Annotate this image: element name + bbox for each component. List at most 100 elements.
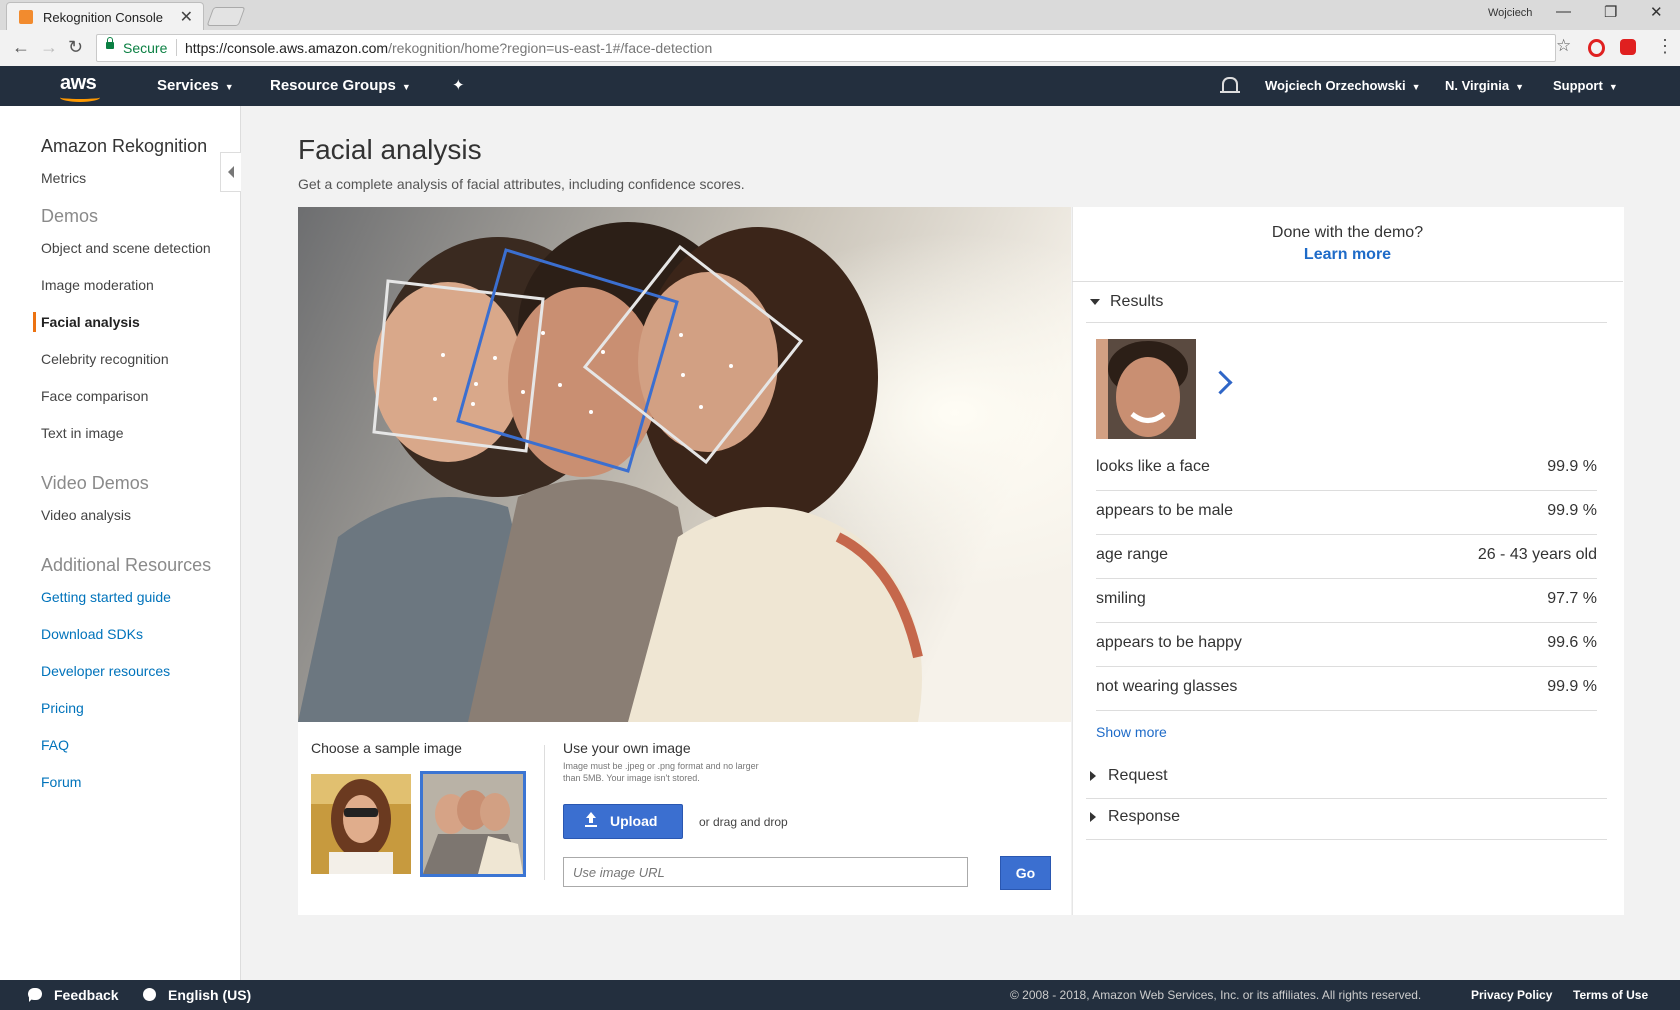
response-label: Response bbox=[1108, 808, 1181, 825]
close-window-icon[interactable]: ✕ bbox=[1650, 3, 1663, 21]
resource-groups-menu[interactable]: Resource Groups ▼ bbox=[270, 77, 411, 94]
results-label: Results bbox=[1110, 293, 1164, 310]
url-path: /rekognition/home?region=us-east-1#/face… bbox=[388, 40, 713, 56]
aws-favicon-icon bbox=[19, 10, 33, 24]
feedback-button[interactable]: Feedback bbox=[54, 987, 119, 1003]
terms-of-use-link[interactable]: Terms of Use bbox=[1573, 988, 1648, 1002]
result-row: smiling 97.7 % bbox=[1096, 578, 1597, 623]
browser-menu-icon[interactable]: ⋮ bbox=[1656, 36, 1674, 57]
reload-icon[interactable]: ↻ bbox=[68, 37, 83, 58]
aws-logo[interactable]: aws bbox=[60, 72, 97, 95]
response-toggle[interactable]: Response bbox=[1090, 808, 1180, 826]
user-name: Wojciech Orzechowski bbox=[1265, 78, 1406, 93]
drag-and-drop-text: or drag and drop bbox=[699, 815, 788, 829]
back-icon[interactable]: ← bbox=[12, 37, 30, 58]
url-text[interactable]: https://console.aws.amazon.com/rekogniti… bbox=[185, 40, 712, 56]
restore-icon[interactable]: ❐ bbox=[1604, 3, 1617, 21]
sidebar-item-face-comparison[interactable]: Face comparison bbox=[41, 388, 148, 404]
pin-icon[interactable]: ✦ bbox=[452, 76, 465, 94]
window-user[interactable]: Wojciech bbox=[1488, 7, 1532, 19]
sidebar-link-download-sdks[interactable]: Download SDKs bbox=[41, 626, 143, 642]
upload-icon bbox=[585, 812, 597, 827]
response-divider bbox=[1086, 839, 1607, 840]
minimize-icon[interactable]: — bbox=[1556, 3, 1571, 20]
results-header-divider bbox=[1086, 322, 1607, 323]
sidebar-item-object-scene[interactable]: Object and scene detection bbox=[41, 240, 211, 256]
privacy-policy-link[interactable]: Privacy Policy bbox=[1471, 988, 1552, 1002]
chevron-down-icon: ▼ bbox=[224, 82, 234, 92]
sample-image-woman-car[interactable] bbox=[311, 774, 411, 874]
chevron-down-icon: ▼ bbox=[1515, 82, 1524, 92]
language-selector[interactable]: English (US) bbox=[168, 987, 251, 1003]
sample-image-family[interactable] bbox=[420, 771, 526, 877]
sample-images-title: Choose a sample image bbox=[311, 740, 462, 756]
secure-label: Secure bbox=[123, 40, 168, 56]
services-menu[interactable]: Services ▼ bbox=[157, 77, 234, 94]
adblock-extension-icon[interactable] bbox=[1620, 39, 1636, 55]
result-row: appears to be male 99.9 % bbox=[1096, 490, 1597, 535]
sidebar-item-video-analysis[interactable]: Video analysis bbox=[41, 507, 131, 523]
sidebar-collapse-button[interactable] bbox=[220, 152, 241, 192]
new-tab-button[interactable] bbox=[206, 7, 246, 26]
family-photo bbox=[298, 207, 1071, 722]
result-label: appears to be male bbox=[1096, 502, 1233, 519]
result-value: 97.7 % bbox=[1547, 590, 1597, 607]
face-crop-image bbox=[1096, 339, 1196, 439]
browser-tab-bar: Rekognition Console ✕ Wojciech — ❐ ✕ bbox=[0, 0, 1680, 31]
learn-more-link[interactable]: Learn more bbox=[1072, 246, 1623, 264]
sidebar-link-getting-started[interactable]: Getting started guide bbox=[41, 589, 171, 605]
result-row: appears to be happy 99.6 % bbox=[1096, 622, 1597, 667]
upload-button[interactable]: Upload bbox=[563, 804, 683, 839]
result-label: age range bbox=[1096, 546, 1169, 563]
omnibox-separator bbox=[176, 39, 177, 56]
sidebar-item-metrics[interactable]: Metrics bbox=[41, 170, 86, 186]
request-toggle[interactable]: Request bbox=[1090, 767, 1168, 785]
sidebar-item-text-in-image[interactable]: Text in image bbox=[41, 425, 123, 441]
close-tab-icon[interactable]: ✕ bbox=[180, 7, 193, 27]
result-label: appears to be happy bbox=[1096, 634, 1242, 651]
active-item-marker bbox=[33, 312, 36, 332]
caret-down-icon bbox=[1090, 298, 1100, 305]
detected-face-thumbnail[interactable] bbox=[1096, 339, 1196, 439]
results-divider bbox=[1072, 281, 1623, 282]
browser-tab[interactable]: Rekognition Console ✕ bbox=[6, 2, 204, 31]
sample-image-1 bbox=[311, 774, 411, 874]
caret-right-icon bbox=[1090, 811, 1096, 822]
vertical-divider bbox=[544, 745, 545, 880]
sidebar-item-celebrity-recognition[interactable]: Celebrity recognition bbox=[41, 351, 169, 367]
result-label: not wearing glasses bbox=[1096, 678, 1238, 695]
sidebar-link-pricing[interactable]: Pricing bbox=[41, 700, 84, 716]
chevron-down-icon: ▼ bbox=[1608, 82, 1618, 92]
feedback-icon bbox=[28, 988, 42, 1002]
show-more-link[interactable]: Show more bbox=[1096, 724, 1167, 740]
sidebar-link-faq[interactable]: FAQ bbox=[41, 737, 69, 753]
console-footer: Feedback English (US) © 2008 - 2018, Ama… bbox=[0, 980, 1680, 1010]
aws-top-nav: aws Services ▼ Resource Groups ▼ ✦ Wojciec… bbox=[0, 66, 1680, 106]
sidebar-item-facial-analysis[interactable]: Facial analysis bbox=[41, 314, 140, 330]
sidebar-heading-demos: Demos bbox=[41, 206, 99, 226]
go-button[interactable]: Go bbox=[1000, 856, 1051, 890]
results-toggle[interactable]: Results bbox=[1090, 293, 1163, 311]
result-label: smiling bbox=[1096, 590, 1146, 607]
image-url-input[interactable] bbox=[563, 857, 968, 887]
omnibox[interactable]: Secure https://console.aws.amazon.com/re… bbox=[96, 34, 1556, 62]
opera-extension-icon[interactable] bbox=[1588, 39, 1605, 57]
sidebar-title[interactable]: Amazon Rekognition bbox=[41, 136, 207, 157]
result-value: 99.6 % bbox=[1547, 634, 1597, 651]
sidebar-link-forum[interactable]: Forum bbox=[41, 774, 81, 790]
user-menu[interactable]: Wojciech Orzechowski ▼ bbox=[1265, 78, 1421, 93]
done-with-demo-text: Done with the demo? bbox=[1271, 224, 1424, 241]
bookmark-star-icon[interactable]: ☆ bbox=[1556, 36, 1571, 56]
result-value: 99.9 % bbox=[1547, 678, 1597, 695]
address-bar: ← → ↻ Secure https://console.aws.amazon.… bbox=[0, 30, 1680, 67]
region-menu[interactable]: N. Virginia ▼ bbox=[1445, 78, 1524, 93]
forward-icon[interactable]: → bbox=[40, 37, 58, 58]
sidebar-link-developer-resources[interactable]: Developer resources bbox=[41, 663, 170, 679]
support-menu[interactable]: Support ▼ bbox=[1553, 78, 1618, 93]
notification-bell-icon[interactable] bbox=[1220, 77, 1240, 93]
page-subtitle: Get a complete analysis of facial attrib… bbox=[298, 176, 745, 192]
sidebar-item-image-moderation[interactable]: Image moderation bbox=[41, 277, 154, 293]
lock-icon bbox=[106, 37, 114, 49]
result-row: age range 26 - 43 years old bbox=[1096, 534, 1597, 579]
sidebar-heading-video-demos: Video Demos bbox=[41, 473, 149, 493]
